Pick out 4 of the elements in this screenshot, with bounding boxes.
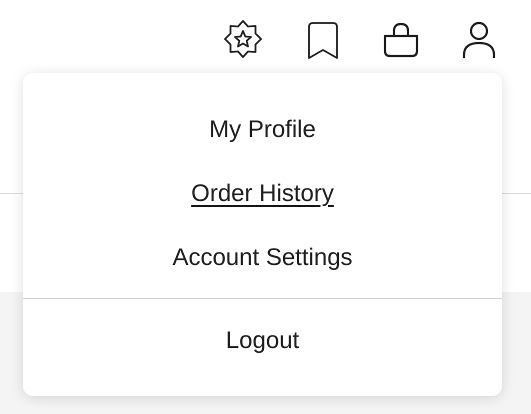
menu-item[interactable]: My Profile (209, 98, 316, 162)
menu-item[interactable]: Order History (191, 162, 334, 226)
menu-item[interactable]: Account Settings (172, 226, 353, 290)
menu-item[interactable]: Logout (226, 309, 300, 373)
